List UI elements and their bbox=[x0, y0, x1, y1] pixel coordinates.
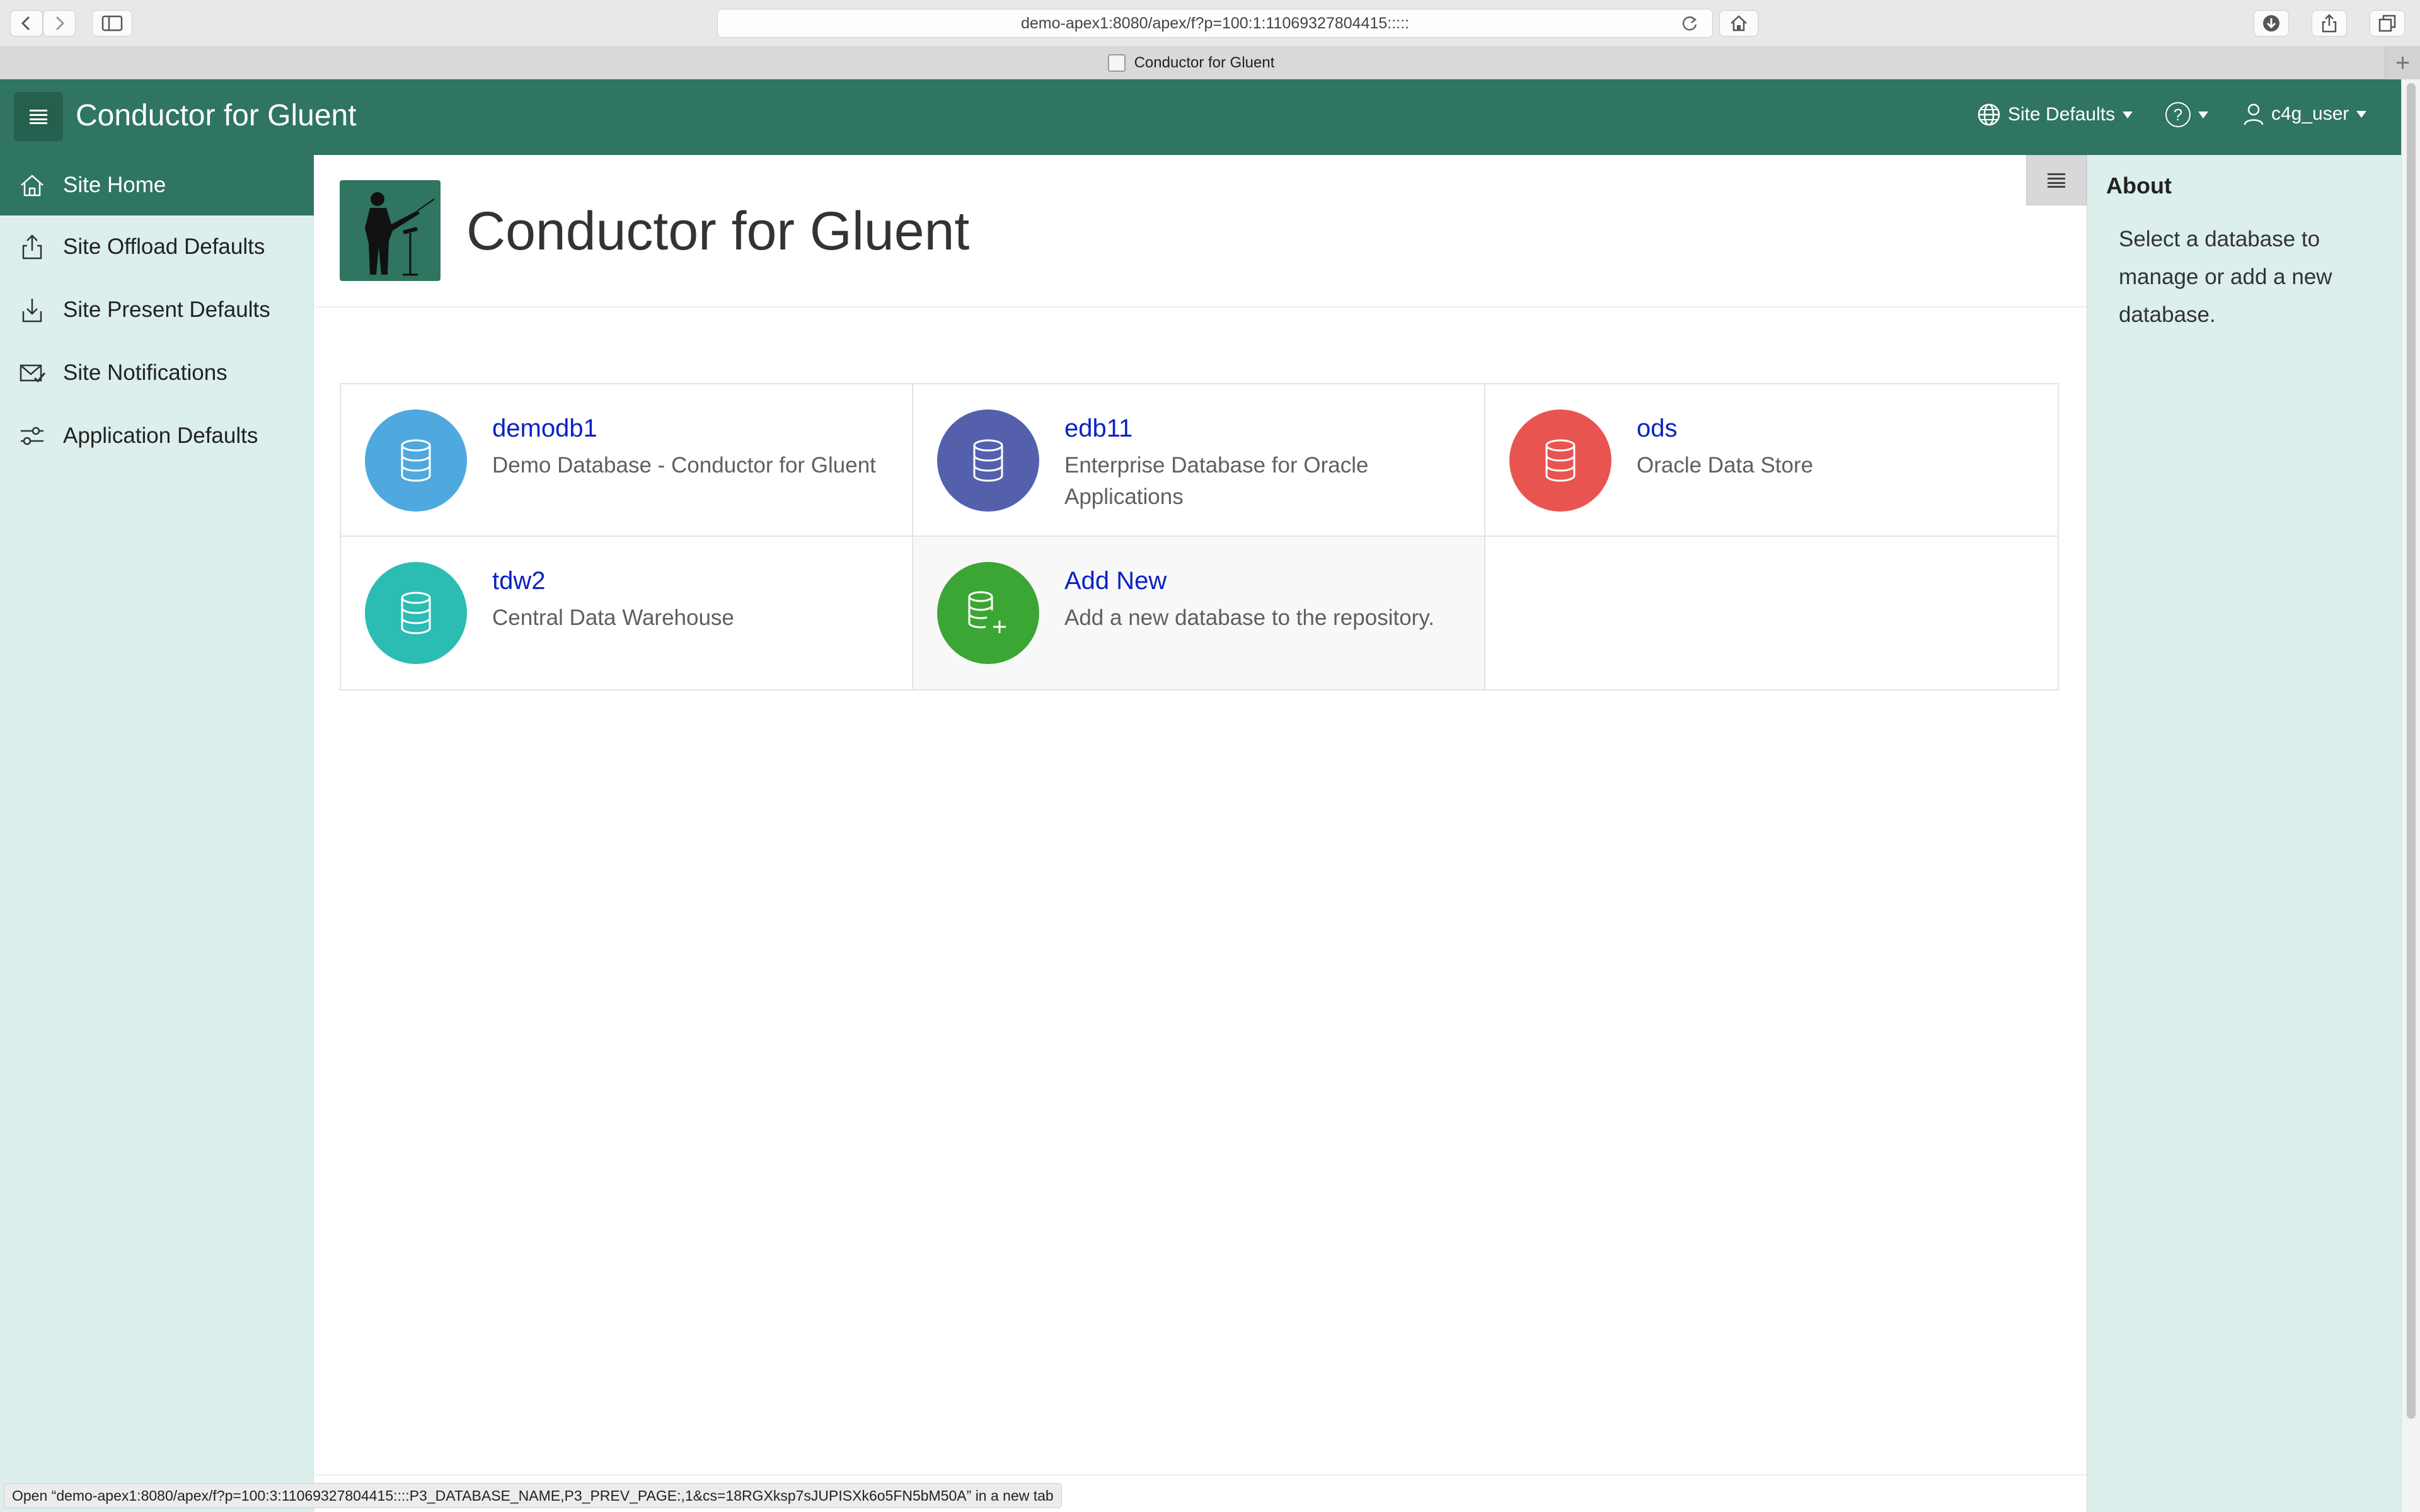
about-title: About bbox=[2106, 173, 2172, 198]
sidebar-toggle-button[interactable] bbox=[92, 10, 132, 37]
address-bar[interactable]: demo-apex1:8080/apex/f?p=100:1:110693278… bbox=[717, 9, 1713, 38]
database-icon bbox=[365, 410, 467, 512]
mail-check-icon bbox=[18, 358, 47, 387]
sidebar-icon bbox=[101, 15, 123, 32]
back-button[interactable] bbox=[10, 10, 43, 37]
share-button[interactable] bbox=[2312, 10, 2347, 37]
card-description: Central Data Warehouse bbox=[492, 605, 734, 630]
database-card-edb11[interactable]: edb11 Enterprise Database for Oracle App… bbox=[913, 384, 1485, 537]
tabs-overview-button[interactable] bbox=[2370, 10, 2405, 37]
reload-button[interactable] bbox=[1681, 14, 1698, 38]
downloads-button[interactable] bbox=[2254, 10, 2289, 37]
nav-menu-button[interactable] bbox=[14, 92, 63, 141]
nav-item-label: Site Home bbox=[63, 173, 166, 197]
conductor-logo bbox=[340, 180, 441, 281]
share-icon bbox=[2322, 14, 2337, 33]
app-title[interactable]: Conductor for Gluent bbox=[76, 98, 357, 133]
left-navigation: Site Home Site Offload Defaults Site Pre… bbox=[0, 155, 314, 1512]
page-header: Conductor for Gluent bbox=[314, 155, 2087, 307]
card-title[interactable]: ods bbox=[1637, 415, 1678, 443]
caret-down-icon bbox=[2198, 112, 2208, 118]
site-defaults-label: Site Defaults bbox=[2008, 104, 2116, 125]
scrollbar-thumb[interactable] bbox=[2407, 83, 2416, 1419]
forward-button[interactable] bbox=[43, 10, 76, 37]
new-tab-button[interactable]: + bbox=[2385, 47, 2420, 79]
database-card-ods[interactable]: ods Oracle Data Store bbox=[1485, 384, 2058, 537]
link-status-bar: Open “demo-apex1:8080/apex/f?p=100:3:110… bbox=[4, 1483, 1062, 1508]
app-header: Conductor for Gluent Site Defaults ? c4g… bbox=[0, 79, 2401, 155]
database-cards: demodb1 Demo Database - Conductor for Gl… bbox=[340, 383, 2059, 690]
chevron-right-icon bbox=[55, 16, 65, 31]
empty-card-slot bbox=[1485, 537, 2058, 689]
url-text: demo-apex1:8080/apex/f?p=100:1:110693278… bbox=[1020, 14, 1410, 32]
database-card-tdw2[interactable]: tdw2 Central Data Warehouse bbox=[341, 537, 913, 689]
nav-item-label: Site Notifications bbox=[63, 360, 228, 385]
tab-title: Conductor for Gluent bbox=[1134, 54, 1275, 71]
chevron-left-icon bbox=[21, 16, 30, 31]
globe-icon bbox=[1978, 103, 2000, 126]
hamburger-icon bbox=[30, 110, 47, 124]
card-title[interactable]: Add New bbox=[1064, 567, 1167, 595]
nav-item-label: Site Present Defaults bbox=[63, 297, 270, 322]
about-text: Select a database to manage or add a new… bbox=[2119, 227, 2332, 327]
download-circle-icon bbox=[2263, 15, 2279, 32]
conductor-silhouette-icon bbox=[365, 192, 435, 276]
caret-down-icon bbox=[2123, 112, 2133, 118]
site-defaults-menu[interactable]: Site Defaults bbox=[1976, 102, 2134, 127]
tabs-icon bbox=[2378, 14, 2396, 32]
database-icon bbox=[365, 562, 467, 664]
card-title[interactable]: edb11 bbox=[1064, 415, 1132, 443]
main-content: Conductor for Gluent demodb1 Demo Databa… bbox=[314, 155, 2087, 1483]
home-icon bbox=[18, 171, 47, 200]
download-icon bbox=[18, 295, 47, 324]
favicon-icon bbox=[1107, 54, 1126, 72]
nav-item-site-present-defaults[interactable]: Site Present Defaults bbox=[0, 280, 314, 340]
caret-down-icon bbox=[2356, 111, 2367, 118]
house-icon bbox=[1731, 15, 1747, 32]
help-menu[interactable]: ? bbox=[2165, 102, 2210, 127]
page-title: Conductor for Gluent bbox=[466, 201, 970, 261]
add-new-database-card[interactable]: Add New Add a new database to the reposi… bbox=[913, 537, 1485, 689]
nav-item-site-home[interactable]: Site Home bbox=[0, 155, 314, 215]
sliders-icon bbox=[18, 421, 47, 450]
right-panel-toggle-button[interactable] bbox=[2026, 155, 2087, 205]
card-description: Oracle Data Store bbox=[1637, 453, 1814, 478]
help-icon: ? bbox=[2165, 102, 2191, 127]
nav-item-label: Site Offload Defaults bbox=[63, 234, 265, 259]
nav-item-site-notifications[interactable]: Site Notifications bbox=[0, 343, 314, 403]
user-menu[interactable]: c4g_user bbox=[2242, 102, 2368, 126]
user-label: c4g_user bbox=[2271, 103, 2349, 124]
card-description: Demo Database - Conductor for Gluent bbox=[492, 453, 876, 478]
card-description: Add a new database to the repository. bbox=[1064, 605, 1434, 630]
nav-item-application-defaults[interactable]: Application Defaults bbox=[0, 406, 314, 466]
browser-toolbar: demo-apex1:8080/apex/f?p=100:1:110693278… bbox=[0, 0, 2420, 47]
card-title[interactable]: tdw2 bbox=[492, 567, 546, 595]
database-add-icon bbox=[937, 562, 1039, 664]
upload-icon bbox=[18, 232, 47, 261]
nav-item-site-offload-defaults[interactable]: Site Offload Defaults bbox=[0, 217, 314, 277]
browser-tab[interactable]: Conductor for Gluent bbox=[0, 47, 2382, 79]
nav-item-label: Application Defaults bbox=[63, 423, 258, 448]
database-card-demodb1[interactable]: demodb1 Demo Database - Conductor for Gl… bbox=[341, 384, 913, 537]
database-icon bbox=[937, 410, 1039, 512]
right-panel: About Select a database to manage or add… bbox=[2087, 155, 2401, 1512]
tab-bar: Conductor for Gluent + bbox=[0, 47, 2420, 79]
home-button[interactable] bbox=[1719, 10, 1758, 37]
reload-icon bbox=[1682, 16, 1697, 31]
database-icon bbox=[1509, 410, 1611, 512]
hamburger-icon bbox=[2048, 173, 2065, 188]
card-title[interactable]: demodb1 bbox=[492, 415, 597, 443]
page-scrollbar[interactable] bbox=[2401, 79, 2420, 1512]
user-icon bbox=[2244, 103, 2264, 125]
card-description: Enterprise Database for Oracle Applicati… bbox=[1064, 453, 1369, 509]
